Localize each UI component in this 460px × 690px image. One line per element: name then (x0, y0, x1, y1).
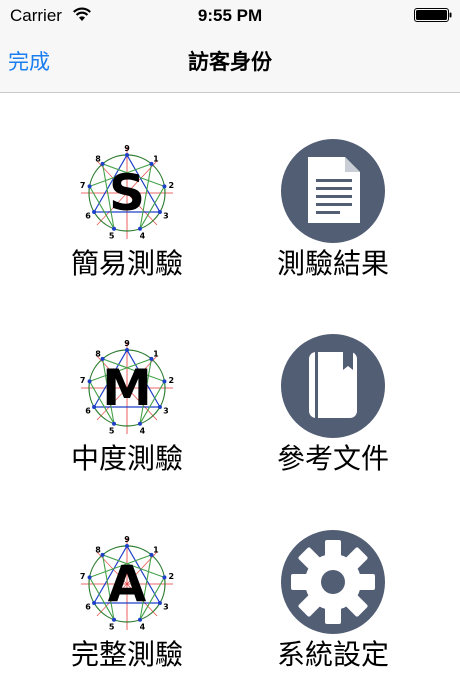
svg-text:4: 4 (140, 426, 146, 435)
svg-text:4: 4 (140, 622, 146, 631)
svg-text:5: 5 (109, 231, 115, 240)
notebook-icon (281, 334, 385, 438)
status-time: 9:55 PM (197, 6, 263, 25)
simple-test-tile[interactable]: 9 1 2 3 4 5 6 7 8S 簡易測驗 (27, 139, 227, 289)
medium-test-label: 中度測驗 (70, 442, 183, 475)
svg-text:3: 3 (163, 407, 169, 416)
enneagram-letter: S (109, 164, 145, 222)
svg-text:3: 3 (163, 603, 169, 612)
svg-text:2: 2 (169, 181, 175, 190)
svg-text:3: 3 (163, 212, 169, 221)
svg-text:8: 8 (95, 155, 101, 164)
svg-text:7: 7 (80, 572, 86, 581)
svg-text:7: 7 (80, 181, 86, 190)
svg-text:4: 4 (140, 231, 146, 240)
test-results-tile[interactable]: 測驗結果 (233, 139, 433, 289)
svg-text:9: 9 (124, 535, 130, 544)
svg-text:6: 6 (85, 603, 91, 612)
system-settings-tile[interactable]: 系統設定 (233, 530, 433, 680)
full-test-tile[interactable]: 9 1 2 3 4 5 6 7 8A 完整測驗 (27, 530, 227, 680)
page-title: 訪客身份 (188, 50, 272, 74)
svg-text:8: 8 (95, 546, 101, 555)
medium-test-tile[interactable]: 9 1 2 3 4 5 6 7 8M 中度測驗 (27, 334, 227, 484)
svg-text:9: 9 (124, 339, 130, 348)
enneagram-icon: 9 1 2 3 4 5 6 7 8S (75, 139, 179, 243)
svg-text:2: 2 (169, 376, 175, 385)
gear-icon (281, 530, 385, 634)
svg-text:5: 5 (109, 426, 115, 435)
status-bar: Carrier 9:55 PM (0, 0, 460, 30)
svg-text:7: 7 (80, 376, 86, 385)
svg-text:6: 6 (85, 407, 91, 416)
document-icon (281, 139, 385, 243)
svg-text:5: 5 (109, 622, 115, 631)
test-results-label: 測驗結果 (276, 247, 389, 280)
enneagram-icon: 9 1 2 3 4 5 6 7 8M (75, 334, 179, 438)
svg-text:8: 8 (95, 350, 101, 359)
system-settings-label: 系統設定 (276, 638, 389, 671)
svg-text:2: 2 (169, 572, 175, 581)
enneagram-letter: M (102, 359, 152, 417)
svg-text:1: 1 (153, 350, 159, 359)
enneagram-icon: 9 1 2 3 4 5 6 7 8A (75, 530, 179, 634)
nav-bar: 完成 訪客身份 (0, 30, 460, 93)
svg-text:6: 6 (85, 212, 91, 221)
reference-docs-tile[interactable]: 參考文件 (233, 334, 433, 484)
svg-text:9: 9 (124, 144, 130, 153)
full-test-label: 完整測驗 (70, 638, 183, 671)
reference-docs-label: 參考文件 (276, 442, 389, 475)
battery-icon (414, 8, 452, 22)
enneagram-letter: A (108, 555, 147, 613)
simple-test-label: 簡易測驗 (70, 247, 183, 280)
svg-text:1: 1 (153, 546, 159, 555)
svg-text:1: 1 (153, 155, 159, 164)
